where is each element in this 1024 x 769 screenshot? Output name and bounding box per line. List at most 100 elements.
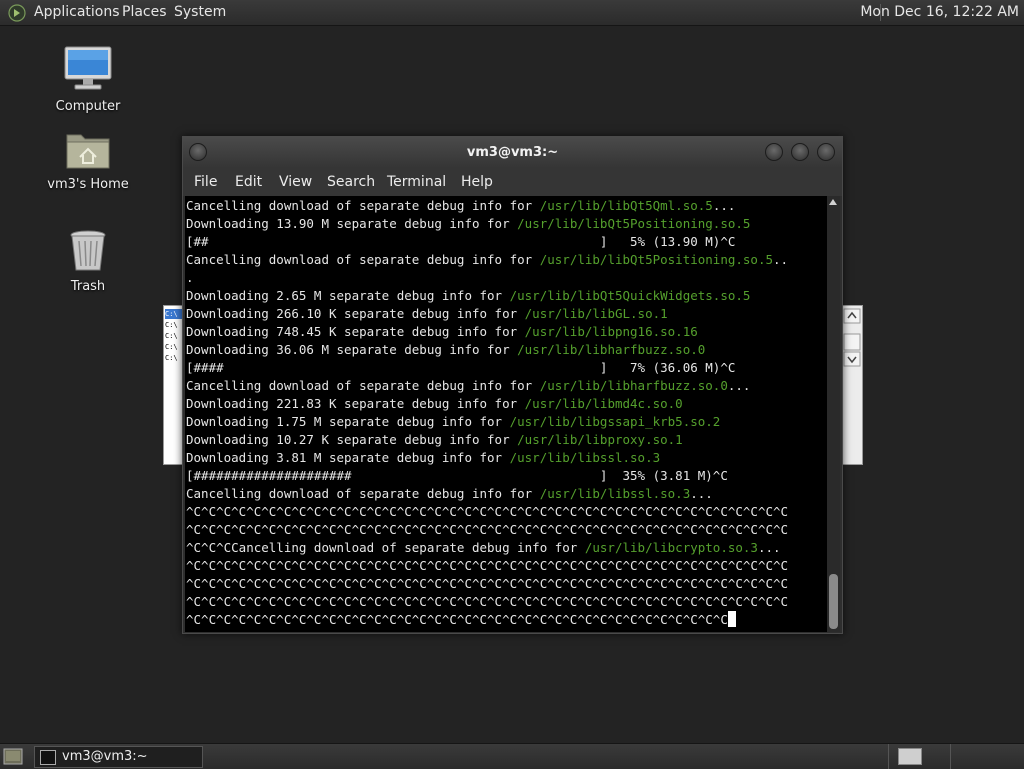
terminal-line: ^C^C^CCancelling download of separate de… (186, 539, 781, 557)
terminal-line-suffix: ... (757, 540, 781, 555)
terminal-line: Downloading 1.75 M separate debug info f… (186, 413, 720, 431)
terminal-line: ^C^C^C^C^C^C^C^C^C^C^C^C^C^C^C^C^C^C^C^C… (186, 503, 788, 521)
maximize-button[interactable] (791, 143, 809, 161)
terminal-path: /usr/lib/libpng16.so.16 (524, 324, 698, 339)
menu-help[interactable]: Help (461, 168, 493, 196)
list-item[interactable]: C:\ (165, 353, 182, 363)
terminal-line-text: Cancelling download of separate debug in… (186, 198, 540, 213)
terminal-cursor (727, 611, 736, 627)
terminal-line-text: [#### ] 7% (36.06 M)^C (186, 360, 736, 375)
terminal-path: /usr/lib/libGL.so.1 (524, 306, 668, 321)
terminal-line: ^C^C^C^C^C^C^C^C^C^C^C^C^C^C^C^C^C^C^C^C… (186, 557, 788, 575)
terminal-line: ^C^C^C^C^C^C^C^C^C^C^C^C^C^C^C^C^C^C^C^C… (186, 521, 788, 539)
terminal-line: Cancelling download of separate debug in… (186, 485, 713, 503)
terminal-line-text: ^C^C^C^C^C^C^C^C^C^C^C^C^C^C^C^C^C^C^C^C… (186, 576, 789, 591)
terminal-path: /usr/lib/libproxy.so.1 (517, 432, 683, 447)
terminal-line-suffix: ... (690, 486, 713, 501)
terminal-line-text: Downloading 221.83 K separate debug info… (186, 396, 525, 411)
list-item[interactable]: C:\ (165, 342, 182, 352)
terminal-line: ^C^C^C^C^C^C^C^C^C^C^C^C^C^C^C^C^C^C^C^C… (186, 575, 788, 593)
terminal-line: Downloading 748.45 K separate debug info… (186, 323, 698, 341)
terminal-path: /usr/lib/libgssapi_krb5.so.2 (509, 414, 721, 429)
terminal-line: . (186, 269, 194, 287)
desktop-icon-label: vm3's Home (47, 177, 129, 192)
terminal-line-text: Downloading 13.90 M separate debug info … (186, 216, 518, 231)
terminal-line-suffix: ... (727, 378, 751, 393)
scroll-arrows-icon[interactable] (842, 308, 862, 368)
terminal-line: Cancelling download of separate debug in… (186, 251, 788, 269)
terminal-line-text: Cancelling download of separate debug in… (186, 378, 540, 393)
taskbar-item-terminal[interactable]: vm3@vm3:~ (34, 746, 203, 768)
background-window-scrollbar[interactable] (841, 306, 862, 464)
terminal-line-text: Downloading 748.45 K separate debug info… (186, 324, 525, 339)
terminal-line-text: Downloading 266.10 K separate debug info… (186, 306, 525, 321)
terminal-line: Downloading 13.90 M separate debug info … (186, 215, 750, 233)
workspace-switcher[interactable] (898, 748, 922, 765)
list-item[interactable]: C:\ (165, 320, 182, 330)
menu-edit[interactable]: Edit (235, 168, 262, 196)
terminal-line: Downloading 3.81 M separate debug info f… (186, 449, 660, 467)
desktop-icon-home[interactable]: vm3's Home (38, 127, 138, 192)
terminal-line-text: . (186, 270, 194, 285)
terminal-path: /usr/lib/libssl.so.3 (539, 486, 691, 501)
terminal-line-text: ^C^C^C^C^C^C^C^C^C^C^C^C^C^C^C^C^C^C^C^C… (186, 522, 789, 537)
terminal-line: ^C^C^C^C^C^C^C^C^C^C^C^C^C^C^C^C^C^C^C^C… (186, 611, 736, 629)
menu-file[interactable]: File (194, 168, 217, 196)
window-title: vm3@vm3:~ (466, 145, 559, 160)
terminal-line-text: ^C^C^CCancelling download of separate de… (186, 540, 585, 555)
desktop-icon-computer[interactable]: Computer (38, 45, 138, 114)
clock[interactable]: Mon Dec 16, 12:22 AM (860, 0, 1019, 25)
terminal-path: /usr/lib/libcrypto.so.3 (584, 540, 758, 555)
window-titlebar[interactable]: vm3@vm3:~ (183, 137, 842, 168)
terminal-path: /usr/lib/libQt5Qml.so.5 (539, 198, 713, 213)
panel-separator (888, 744, 889, 769)
desktop-icon-label: Computer (55, 99, 121, 114)
list-item[interactable]: C:\ (165, 309, 182, 319)
menu-terminal[interactable]: Terminal (387, 168, 446, 196)
terminal-scrollbar[interactable] (827, 196, 840, 632)
panel-separator (950, 744, 951, 769)
terminal-line: Downloading 10.27 K separate debug info … (186, 431, 683, 449)
terminal-path: /usr/lib/libmd4c.so.0 (524, 396, 683, 411)
minimize-button[interactable] (765, 143, 783, 161)
terminal-line-suffix: .. (773, 252, 789, 267)
menu-search[interactable]: Search (327, 168, 375, 196)
terminal-line: Downloading 266.10 K separate debug info… (186, 305, 668, 323)
terminal-line-text: Downloading 10.27 K separate debug info … (186, 432, 518, 447)
computer-icon (64, 46, 112, 90)
terminal-path: /usr/lib/libQt5Positioning.so.5 (517, 216, 751, 231)
terminal-line-text: ^C^C^C^C^C^C^C^C^C^C^C^C^C^C^C^C^C^C^C^C… (186, 558, 789, 573)
show-desktop-icon[interactable] (3, 748, 23, 765)
applications-menu[interactable]: Applications (34, 0, 120, 25)
close-button[interactable] (817, 143, 835, 161)
applications-logo-icon[interactable] (8, 4, 26, 22)
terminal-path: /usr/lib/libharfbuzz.so.0 (517, 342, 706, 357)
scrollbar-thumb[interactable] (829, 574, 838, 629)
terminal-line: [##################### ] 35% (3.81 M)^C (186, 467, 728, 485)
terminal-menubar: File Edit View Search Terminal Help (183, 168, 842, 196)
desktop-icon-trash[interactable]: Trash (38, 229, 138, 294)
terminal-line-text: [## ] 5% (13.90 M)^C (186, 234, 736, 249)
terminal-path: /usr/lib/libssl.so.3 (509, 450, 661, 465)
home-folder-icon (66, 134, 110, 169)
terminal-line-text: Cancelling download of separate debug in… (186, 252, 540, 267)
terminal-line-text: Downloading 3.81 M separate debug info f… (186, 450, 510, 465)
scroll-up-arrow-icon[interactable] (829, 199, 837, 205)
terminal-window[interactable]: vm3@vm3:~ File Edit View Search Terminal… (182, 136, 843, 634)
list-item[interactable]: C:\ (165, 331, 182, 341)
desktop-icon-label: Trash (70, 279, 106, 294)
terminal-line: Downloading 221.83 K separate debug info… (186, 395, 683, 413)
terminal-line-text: Downloading 1.75 M separate debug info f… (186, 414, 510, 429)
terminal-path: /usr/lib/libQt5Positioning.so.5 (539, 252, 774, 267)
terminal-line-text: Cancelling download of separate debug in… (186, 486, 540, 501)
terminal-output[interactable]: Cancelling download of separate debug in… (185, 196, 827, 632)
terminal-line-suffix: ... (712, 198, 736, 213)
background-window-list[interactable]: C:\ C:\ C:\ C:\ C:\ (164, 306, 184, 464)
top-panel: Applications Places System Mon Dec 16, 1… (0, 0, 1024, 26)
menu-view[interactable]: View (279, 168, 312, 196)
system-menu[interactable]: System (174, 0, 226, 25)
trash-icon (70, 230, 106, 271)
places-menu[interactable]: Places (122, 0, 167, 25)
terminal-line: Cancelling download of separate debug in… (186, 377, 750, 395)
terminal-line-text: Downloading 36.06 M separate debug info … (186, 342, 518, 357)
